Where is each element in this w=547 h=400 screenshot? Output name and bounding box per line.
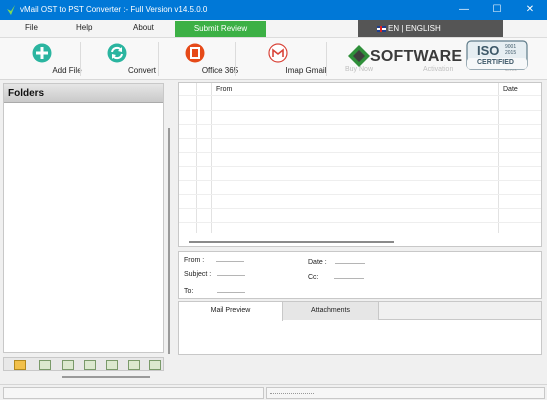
toolbar-separator [158,42,159,76]
imap-gmail-button[interactable]: Imap Gmail [250,38,326,80]
toolbar-separator [235,42,236,76]
language-label: EN | ENGLISH [388,24,441,33]
tab-mail-preview[interactable]: Mail Preview [179,302,283,321]
date-label: Date : [308,259,327,266]
add-file-icon [32,43,52,63]
calendar-view-icon[interactable] [84,360,96,370]
notes-view-icon[interactable] [128,360,140,370]
convert-button[interactable]: Convert [92,38,156,80]
grid-row-line [179,208,541,209]
office365-label: Office 365 [201,66,239,75]
close-button[interactable]: ✕ [514,0,546,20]
grid-column-divider [498,83,499,233]
subject-value [217,275,245,276]
folders-scrollbar[interactable] [168,128,170,354]
grid-row-line [179,95,541,96]
window-title: vMail OST to PST Converter :- Full Versi… [20,5,208,14]
menu-file[interactable]: File [25,23,38,32]
mail-list-grid[interactable]: From Date [178,82,542,247]
add-file-button[interactable]: Add File [17,38,82,80]
app-logo-icon [7,5,15,15]
status-progress-indicator [270,393,314,394]
folders-horizontal-scrollbar[interactable] [62,376,150,378]
column-header-date[interactable]: Date [503,86,518,93]
cc-value [334,278,364,279]
office365-icon [185,43,205,63]
title-bar: vMail OST to PST Converter :- Full Versi… [0,0,547,20]
tasks-view-icon[interactable] [106,360,118,370]
add-file-label: Add File [52,66,82,75]
menu-about[interactable]: About [133,23,154,32]
journal-view-icon[interactable] [149,360,161,370]
iso-title: ISO [477,43,500,58]
folder-view-toolbar [3,357,164,371]
minimize-button[interactable]: — [448,0,480,20]
to-value [217,292,245,293]
language-selector[interactable]: EN | ENGLISH [358,20,503,37]
contacts-view-icon[interactable] [62,360,74,370]
to-label: To: [184,288,194,295]
brand-logo: SOFTWARE ISO 9001 2015 CERTIFIED [346,39,528,77]
message-details: From : Subject : To: Date : Cc: [178,251,542,299]
tab-attachments[interactable]: Attachments [283,302,379,320]
grid-row-line [179,194,541,195]
grid-column-divider [196,83,197,233]
folder-icon[interactable] [14,360,26,370]
grid-row-line [179,110,541,111]
folders-panel[interactable]: Folders [3,83,164,353]
subject-label: Subject : [184,271,212,278]
from-value [216,261,244,262]
brand-diamond-icon [348,45,370,67]
column-header-from[interactable]: From [216,86,232,93]
grid-row-line [179,222,541,223]
globe-view-icon[interactable] [39,360,51,370]
status-cell-main [3,387,264,399]
mail-list-horizontal-scrollbar[interactable] [189,241,394,243]
cc-label: Cc: [308,274,319,281]
status-cell-progress [266,387,545,399]
maximize-button[interactable]: ☐ [481,0,513,20]
toolbar-separator [326,42,327,76]
date-value [335,263,365,264]
grid-row-line [179,152,541,153]
grid-column-divider [211,83,212,233]
folders-header: Folders [4,84,163,103]
office365-button[interactable]: Office 365 [170,38,238,80]
toolbar-separator [80,42,81,76]
gmail-icon [268,43,288,63]
grid-row-line [179,124,541,125]
status-bar [0,384,547,400]
iso-year: 2015 [505,50,517,56]
grid-row-line [179,166,541,167]
preview-tabs: Mail Preview Attachments [179,302,541,321]
submit-review-button[interactable]: Submit Review [175,21,266,37]
brand-wordmark: SOFTWARE [370,48,463,65]
convert-icon [107,43,127,63]
menu-help[interactable]: Help [76,23,92,32]
convert-label: Convert [127,66,156,75]
from-label: From : [184,257,205,264]
iso-certified-label: CERTIFIED [477,59,514,66]
uk-flag-icon [377,25,386,32]
menu-bar: File Help About Submit Review EN | ENGLI… [0,20,547,38]
grid-row-line [179,180,541,181]
grid-row-line [179,138,541,139]
preview-panel: Mail Preview Attachments [178,301,542,355]
